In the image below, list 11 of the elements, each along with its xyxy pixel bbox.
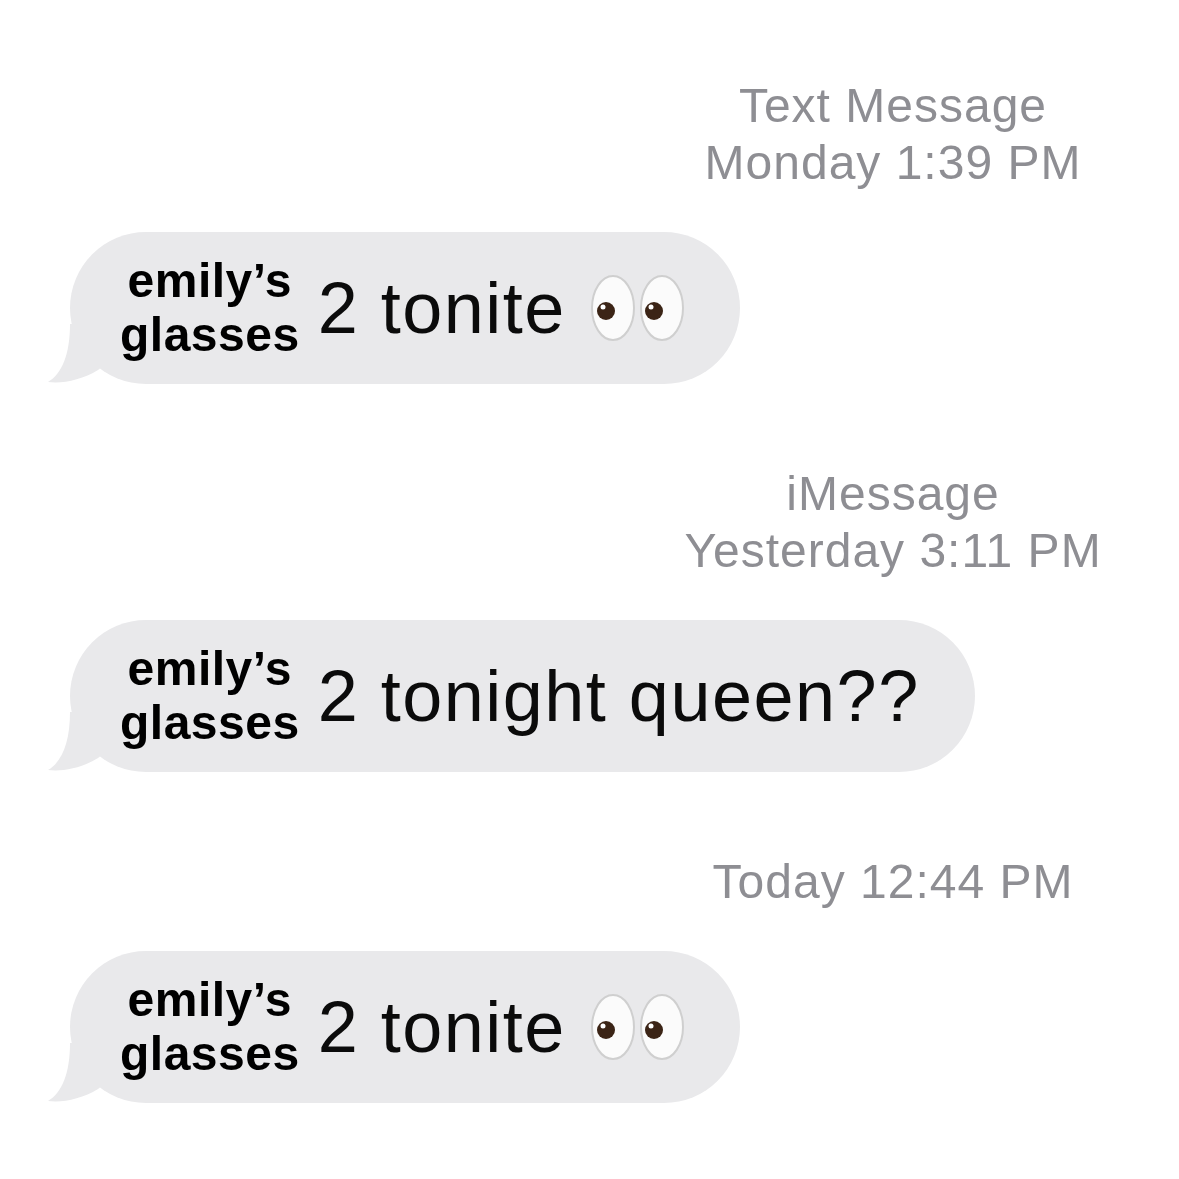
timestamp: Monday 1:39 PM <box>704 135 1082 191</box>
message-text: 2 tonite <box>317 267 566 350</box>
sender-label: emily’s glasses <box>120 642 300 750</box>
service-label: iMessage <box>786 466 1000 522</box>
timestamp: Today 12:44 PM <box>712 854 1074 910</box>
sender-label: emily’s glasses <box>120 973 300 1081</box>
message-text: 2 tonight queen?? <box>317 655 920 738</box>
sender-label: emily’s glasses <box>120 254 300 362</box>
message-text: 2 tonite <box>317 986 566 1069</box>
service-label: Text Message <box>738 78 1048 134</box>
timestamp: Yesterday 3:11 PM <box>684 523 1102 579</box>
